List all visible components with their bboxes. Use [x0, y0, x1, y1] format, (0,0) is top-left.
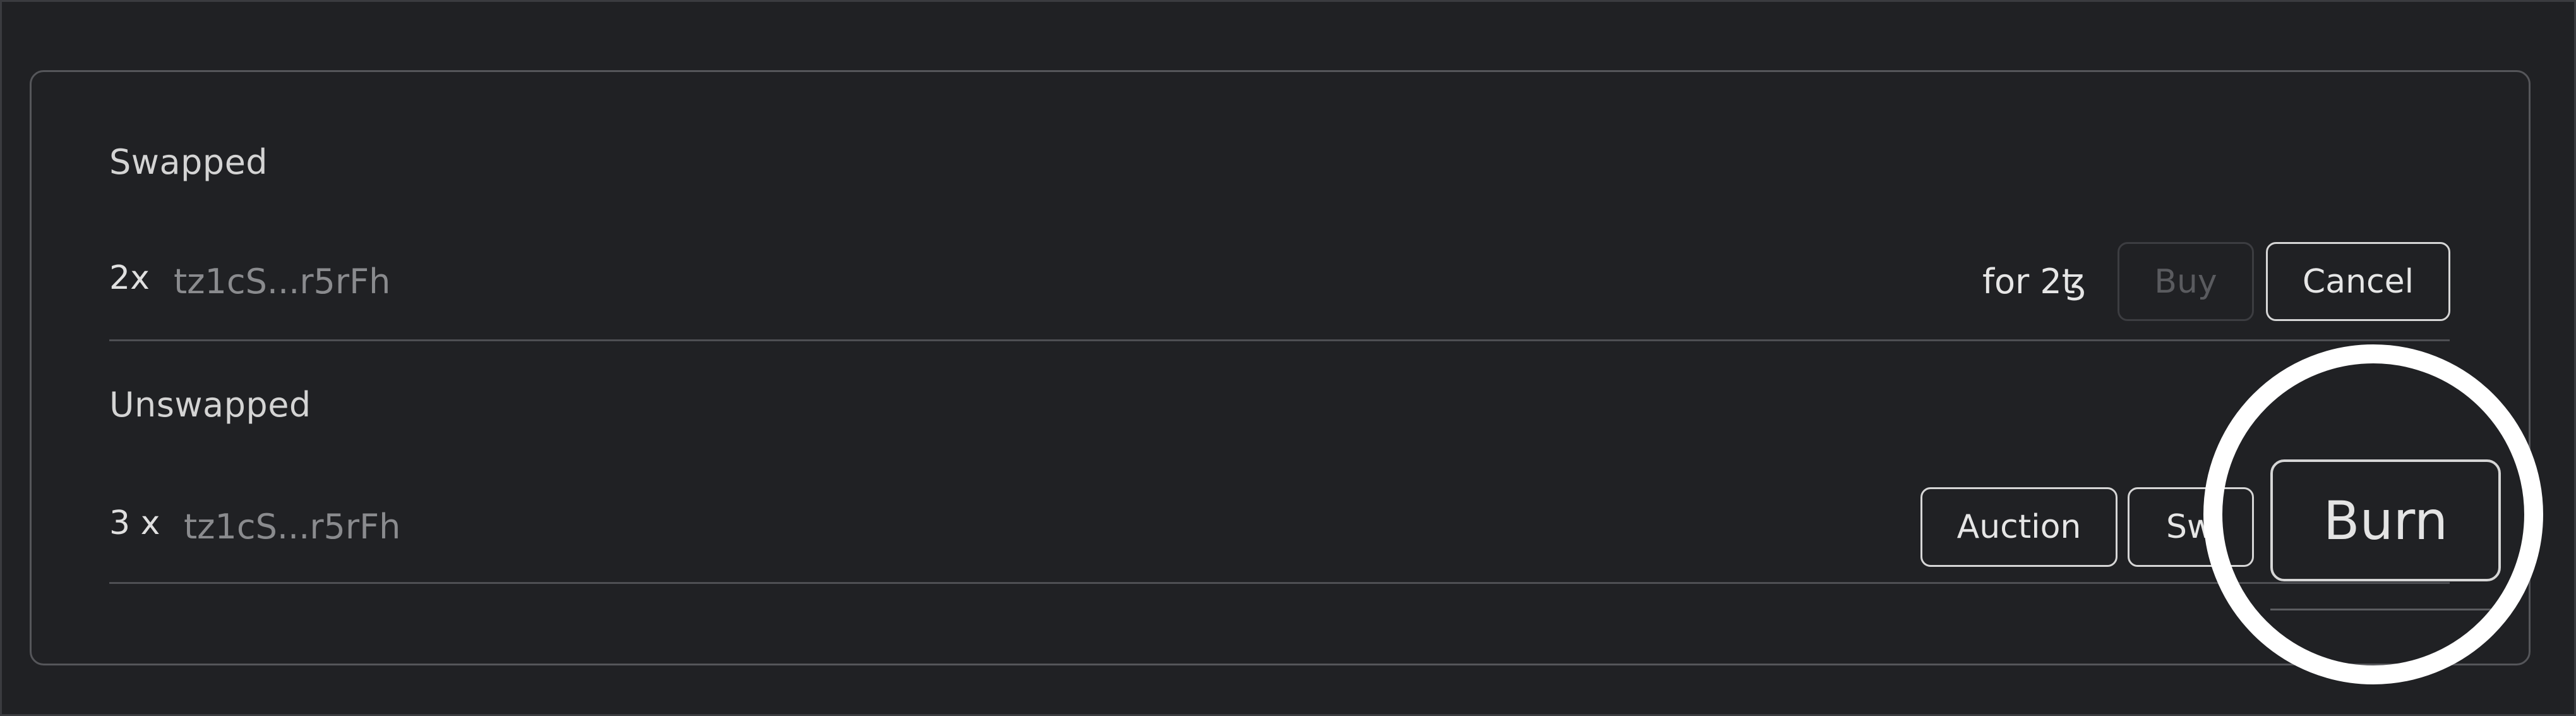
- swapped-owner-address[interactable]: tz1cS...r5rFh: [174, 262, 390, 301]
- row-divider: [109, 582, 2450, 584]
- cancel-swap-button[interactable]: Cancel: [2266, 242, 2450, 321]
- unswapped-quantity: 3 x: [109, 504, 160, 542]
- auction-button[interactable]: Auction: [1920, 487, 2118, 567]
- editions-card: [30, 70, 2531, 665]
- unswapped-owner-address[interactable]: tz1cS...r5rFh: [184, 507, 400, 547]
- window-frame: Swapped 2x tz1cS...r5rFh for 2ꜩ Buy Canc…: [0, 0, 2576, 716]
- swap-price: for 2ꜩ: [1982, 262, 2087, 301]
- burn-zoom-divider: [2270, 609, 2501, 610]
- buy-button[interactable]: Buy: [2118, 242, 2254, 321]
- swapped-quantity: 2x: [109, 259, 150, 297]
- swapped-heading: Swapped: [109, 142, 268, 182]
- burn-button[interactable]: Burn: [2270, 459, 2501, 581]
- unswapped-heading: Unswapped: [109, 385, 311, 425]
- swap-button[interactable]: Sw: [2128, 487, 2254, 567]
- row-divider: [109, 339, 2450, 341]
